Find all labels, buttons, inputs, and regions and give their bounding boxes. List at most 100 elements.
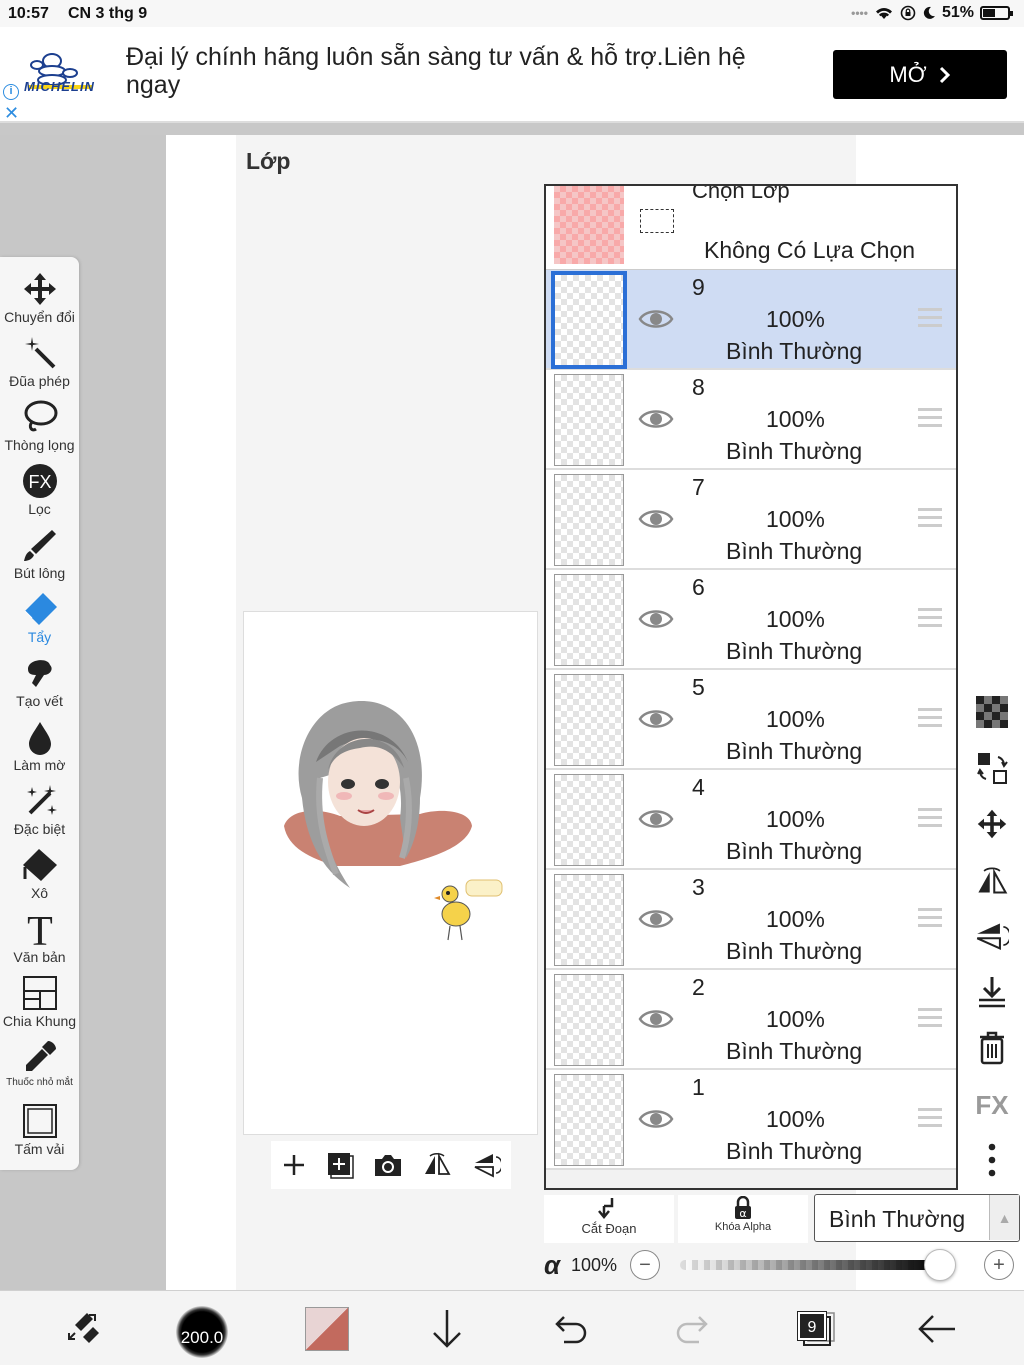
move-layer-button[interactable] (964, 802, 1020, 846)
tool-text[interactable]: T Văn bản (0, 909, 79, 965)
canvas-preview[interactable] (243, 611, 538, 1135)
visibility-eye-icon[interactable] (638, 406, 674, 432)
ad-banner[interactable]: MICHELIN Đại lý chính hãng luôn sẵn sàng… (0, 27, 1024, 123)
ad-text[interactable]: Đại lý chính hãng luôn sẵn sàng tư vấn &… (126, 43, 796, 99)
layer-thumbnail[interactable] (554, 1074, 624, 1166)
layer-row-3[interactable]: 3 100% Bình Thường (546, 870, 956, 970)
drag-handle-icon[interactable] (918, 508, 942, 530)
tool-eyedropper[interactable]: Thuốc nhỏ mắt (0, 1037, 79, 1088)
drag-handle-icon[interactable] (918, 608, 942, 630)
drag-handle-icon[interactable] (918, 908, 942, 930)
delete-layer-button[interactable] (964, 1026, 1020, 1070)
svg-text:FX: FX (28, 472, 51, 492)
layer-row-8[interactable]: 8 100% Bình Thường (546, 370, 956, 470)
flip-vertical-icon[interactable] (471, 1151, 502, 1179)
ad-close-icon[interactable]: ✕ (4, 103, 19, 124)
color-swatch[interactable] (305, 1307, 349, 1351)
layer-row-6[interactable]: 6 100% Bình Thường (546, 570, 956, 670)
drag-handle-icon[interactable] (918, 1108, 942, 1130)
lasso-icon (24, 400, 57, 432)
svg-text:FX: FX (975, 1090, 1009, 1118)
ad-open-button[interactable]: MỞ (833, 50, 1007, 99)
layer-thumbnail[interactable] (554, 574, 624, 666)
redo-button[interactable] (658, 1291, 728, 1365)
layer-row-7[interactable]: 7 100% Bình Thường (546, 470, 956, 570)
layer-fx-button[interactable]: FX (964, 1082, 1020, 1126)
quick-menu-button[interactable] (48, 1291, 118, 1365)
opacity-slider[interactable] (680, 1260, 940, 1270)
tool-eraser[interactable]: Tẩy (0, 589, 79, 645)
blend-mode-select[interactable]: Bình Thường ▲ (814, 1194, 1020, 1242)
layer-thumbnail[interactable] (551, 271, 627, 369)
layer-thumbnail[interactable] (554, 674, 624, 766)
opacity-decrease-button[interactable]: − (630, 1250, 660, 1280)
visibility-eye-icon[interactable] (638, 706, 674, 732)
tool-bucket[interactable]: Xô (0, 845, 79, 901)
alpha-lock-button[interactable]: α Khóa Alpha (678, 1195, 808, 1243)
tool-frame-divider[interactable]: Chia Khung (0, 973, 79, 1029)
layer-number: 9 (692, 274, 705, 300)
tool-brush[interactable]: Bút lông (0, 525, 79, 581)
visibility-eye-icon[interactable] (638, 906, 674, 932)
visibility-eye-icon[interactable] (638, 1106, 674, 1132)
flip-layer-vertical-button[interactable] (964, 914, 1020, 958)
layer-thumbnail[interactable] (554, 874, 624, 966)
layer-transfer-button[interactable] (964, 746, 1020, 790)
selection-marquee-icon (640, 209, 674, 233)
tool-magic-wand[interactable]: Đũa phép (0, 333, 79, 389)
flip-layer-horizontal-button[interactable] (964, 858, 1020, 902)
visibility-eye-icon[interactable] (638, 506, 674, 532)
visibility-eye-icon[interactable] (638, 606, 674, 632)
layer-row-9[interactable]: 9 100% Bình Thường (546, 270, 956, 370)
drag-handle-icon[interactable] (918, 408, 942, 430)
layer-row-5[interactable]: 5 100% Bình Thường (546, 670, 956, 770)
tool-canvas[interactable]: Tấm vải (0, 1101, 79, 1157)
visibility-eye-icon[interactable] (638, 1006, 674, 1032)
tool-filter[interactable]: FX Lọc (0, 461, 79, 517)
tool-lasso[interactable]: Thòng lọng (0, 397, 79, 453)
undo-button[interactable] (535, 1291, 605, 1365)
layer-controls: Cắt Đoạn α Khóa Alpha Bình Thường ▲ (544, 1192, 1020, 1244)
visibility-eye-icon[interactable] (638, 806, 674, 832)
tool-transform[interactable]: Chuyển đổi (0, 269, 79, 325)
tool-special[interactable]: Đặc biệt (0, 781, 79, 837)
flip-horizontal-icon[interactable] (422, 1152, 452, 1178)
selection-layer-row[interactable]: Chọn Lớp Không Có Lựa Chọn (546, 186, 956, 270)
tool-label: Tạo vết (16, 693, 63, 709)
opacity-slider-handle[interactable] (924, 1249, 956, 1281)
layer-thumbnail[interactable] (554, 474, 624, 566)
tool-smudge[interactable]: Tạo vết (0, 653, 79, 709)
tool-blur[interactable]: Làm mờ (0, 717, 79, 773)
canvas-icon (22, 1104, 57, 1138)
drag-handle-icon[interactable] (918, 1008, 942, 1030)
merge-down-button[interactable] (964, 970, 1020, 1014)
drag-handle-icon[interactable] (918, 308, 942, 330)
back-button[interactable] (902, 1291, 972, 1365)
layer-thumbnail[interactable] (554, 974, 624, 1066)
layer-row-4[interactable]: 4 100% Bình Thường (546, 770, 956, 870)
layer-thumbnail[interactable] (554, 774, 624, 866)
clip-button[interactable]: Cắt Đoạn (544, 1195, 674, 1243)
blur-drop-icon (28, 722, 51, 755)
trash-icon (980, 1031, 1004, 1065)
ad-info-icon[interactable]: i (3, 84, 19, 100)
tool-label: Lọc (28, 501, 51, 517)
bottom-bar (0, 1290, 1024, 1365)
opacity-increase-button[interactable]: + (984, 1250, 1014, 1280)
layer-row-2[interactable]: 2 100% Bình Thường (546, 970, 956, 1070)
layers-list[interactable]: Chọn Lớp Không Có Lựa Chọn 9 100% Bình Thư… (544, 184, 958, 1190)
more-options-button[interactable] (964, 1138, 1020, 1182)
visibility-eye-icon[interactable] (638, 306, 674, 332)
ad-open-label: MỞ (889, 61, 927, 87)
checker-pattern-button[interactable] (964, 690, 1020, 734)
text-icon: T (27, 909, 53, 949)
add-layer-copy-icon[interactable] (326, 1151, 354, 1179)
add-layer-icon[interactable] (281, 1152, 307, 1178)
layer-row-1[interactable]: 1 100% Bình Thường (546, 1070, 956, 1170)
eraser-icon (24, 593, 57, 625)
drag-handle-icon[interactable] (918, 808, 942, 830)
move-down-button[interactable] (412, 1291, 482, 1365)
layer-thumbnail[interactable] (554, 374, 624, 466)
camera-icon[interactable] (373, 1152, 403, 1178)
drag-handle-icon[interactable] (918, 708, 942, 730)
